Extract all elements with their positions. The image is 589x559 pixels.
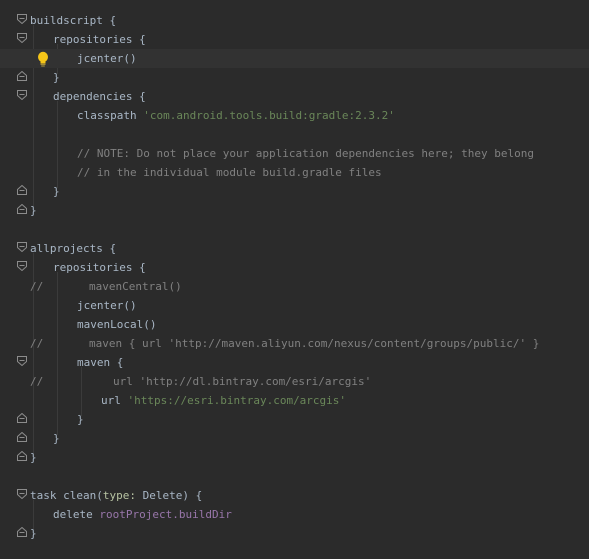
- code-token: }: [30, 451, 37, 464]
- code-token: jcenter: [77, 52, 124, 65]
- code-token: }: [77, 413, 84, 426]
- code-line[interactable]: }: [0, 524, 589, 543]
- code-token: mavenLocal(): [77, 318, 157, 331]
- code-token: url 'http://dl.bintray.com/esri/arcgis': [113, 375, 372, 388]
- code-token: url: [101, 394, 128, 407]
- code-token: type:: [102, 489, 136, 502]
- fold-marker-icon[interactable]: [17, 33, 27, 43]
- code-token: rootProject.buildDir: [99, 508, 232, 521]
- code-token: }: [53, 71, 60, 84]
- fold-marker-icon[interactable]: [17, 185, 27, 195]
- code-line[interactable]: [0, 467, 589, 486]
- code-line[interactable]: }: [0, 448, 589, 467]
- code-token: }: [53, 432, 60, 445]
- code-line[interactable]: // url 'http://dl.bintray.com/esri/arcgis…: [0, 372, 589, 391]
- fold-marker-icon[interactable]: [17, 356, 27, 366]
- code-line[interactable]: classpath 'com.android.tools.build:gradl…: [0, 106, 589, 125]
- code-token: classpath: [77, 109, 144, 122]
- code-token: Delete) {: [136, 489, 203, 502]
- code-token: repositories {: [53, 261, 146, 274]
- fold-marker-icon[interactable]: [17, 90, 27, 100]
- code-token: }: [30, 204, 37, 217]
- code-token: mavenCentral(): [89, 280, 182, 293]
- code-token: 'com.android.tools.build:gradle:2.3.2': [143, 109, 395, 122]
- code-line[interactable]: url 'https://esri.bintray.com/arcgis': [0, 391, 589, 410]
- code-token: (: [96, 489, 103, 502]
- code-token: clean: [63, 489, 97, 502]
- comment-marker: //: [30, 337, 44, 350]
- code-token: maven {: [77, 356, 124, 369]
- code-line[interactable]: }: [0, 182, 589, 201]
- code-line[interactable]: // maven { url 'http://maven.aliyun.com/n…: [0, 334, 589, 353]
- code-line[interactable]: }: [0, 429, 589, 448]
- fold-marker-icon[interactable]: [17, 432, 27, 442]
- comment-marker: //: [30, 280, 44, 293]
- code-token: jcenter(): [77, 299, 137, 312]
- code-line[interactable]: }: [0, 201, 589, 220]
- fold-marker-icon[interactable]: [17, 413, 27, 423]
- code-token: }: [30, 527, 37, 540]
- code-token: repositories {: [53, 33, 146, 46]
- code-token: (): [123, 52, 137, 65]
- fold-marker-icon[interactable]: [17, 14, 27, 24]
- code-token: // in the individual module build.gradle…: [77, 166, 382, 179]
- code-line[interactable]: delete rootProject.buildDir: [0, 505, 589, 524]
- fold-marker-icon[interactable]: [17, 204, 27, 214]
- fold-marker-icon[interactable]: [17, 527, 27, 537]
- code-token: }: [53, 185, 60, 198]
- code-line[interactable]: repositories {: [0, 258, 589, 277]
- code-token: 'https://esri.bintray.com/arcgis': [127, 394, 347, 407]
- code-token: buildscript {: [30, 14, 117, 27]
- code-line[interactable]: jcenter(): [0, 296, 589, 315]
- code-line[interactable]: // NOTE: Do not place your application d…: [0, 144, 589, 163]
- comment-marker: //: [30, 375, 44, 388]
- fold-marker-icon[interactable]: [17, 71, 27, 81]
- lightbulb-icon[interactable]: [36, 51, 50, 67]
- code-line[interactable]: jcenter(): [0, 49, 589, 68]
- fold-marker-icon[interactable]: [17, 261, 27, 271]
- code-line[interactable]: mavenLocal(): [0, 315, 589, 334]
- code-line[interactable]: buildscript {: [0, 11, 589, 30]
- code-token: maven { url 'http://maven.aliyun.com/nex…: [89, 337, 540, 350]
- code-line[interactable]: repositories {: [0, 30, 589, 49]
- code-line[interactable]: [0, 220, 589, 239]
- code-token: // NOTE: Do not place your application d…: [77, 147, 534, 160]
- code-editor[interactable]: buildscript { repositories { jcenter()} dep…: [0, 0, 589, 559]
- code-line[interactable]: maven {: [0, 353, 589, 372]
- fold-marker-icon[interactable]: [17, 451, 27, 461]
- code-line[interactable]: }: [0, 68, 589, 87]
- code-line[interactable]: [0, 125, 589, 144]
- code-token: allprojects {: [30, 242, 117, 255]
- code-line[interactable]: dependencies {: [0, 87, 589, 106]
- fold-marker-icon[interactable]: [17, 242, 27, 252]
- code-line[interactable]: // in the individual module build.gradle…: [0, 163, 589, 182]
- fold-marker-icon[interactable]: [17, 489, 27, 499]
- code-line[interactable]: // mavenCentral(): [0, 277, 589, 296]
- code-line[interactable]: allprojects {: [0, 239, 589, 258]
- code-line[interactable]: task clean(type: Delete) {: [0, 486, 589, 505]
- code-token: delete: [53, 508, 100, 521]
- code-token: dependencies {: [53, 90, 146, 103]
- code-line[interactable]: }: [0, 410, 589, 429]
- code-token: task: [30, 489, 64, 502]
